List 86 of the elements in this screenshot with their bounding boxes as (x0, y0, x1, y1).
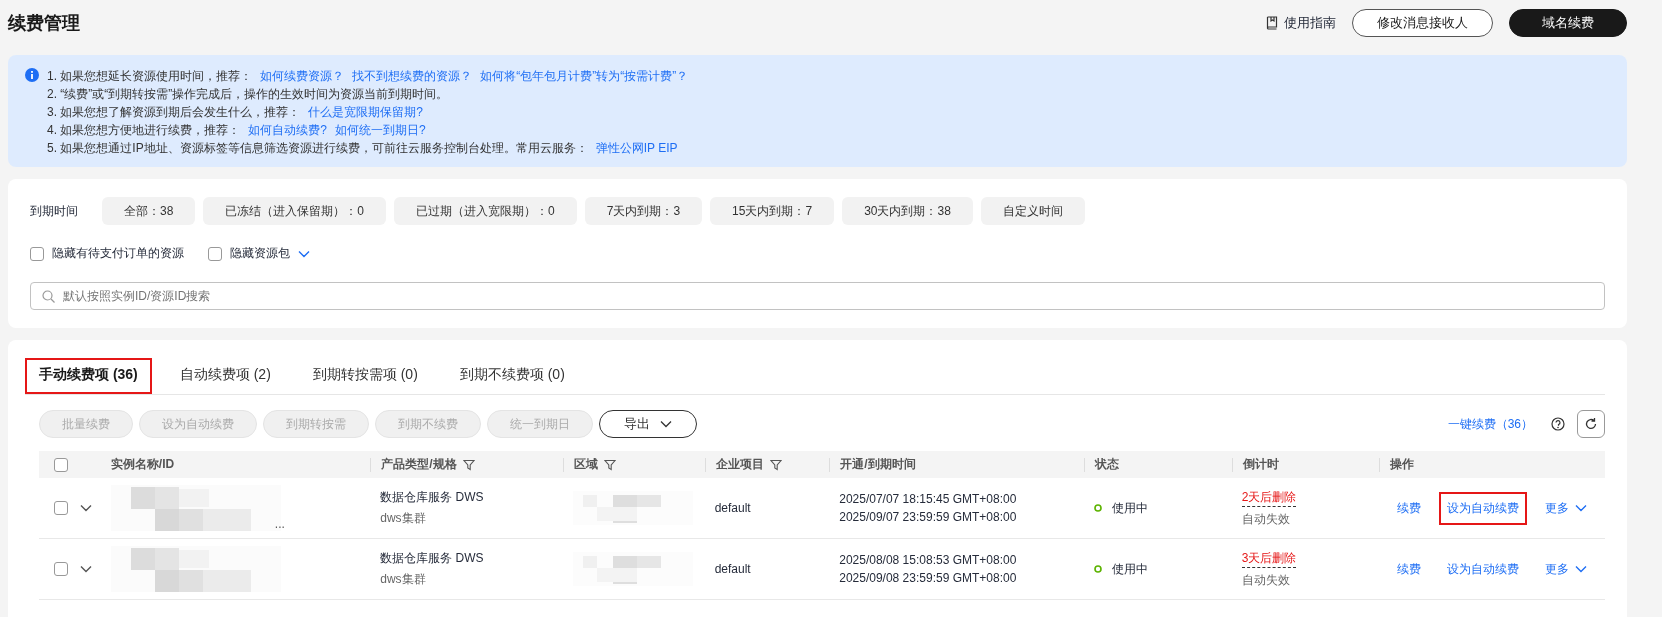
countdown-text: 3天后删除 (1241, 549, 1297, 568)
chevron-icon (1575, 504, 1588, 512)
column-header: 状态 (1094, 456, 1119, 473)
tab[interactable]: 手动续费项 (36) (25, 358, 152, 394)
notice-text: 5. 如果您想通过IP地址、资源标签等信息筛选资源进行续费，可前往云服务控制台处理。常用云服务： (47, 140, 588, 157)
filter-icon[interactable] (462, 458, 475, 471)
product-type: 数据仓库服务 DWS (380, 550, 484, 567)
column-header: 产品类型/规格 (381, 456, 457, 473)
open-time: 2025/07/07 18:15:45 GMT+08:00 (839, 492, 1017, 506)
one-click-renew-link[interactable]: 一键续费（36） (1447, 415, 1533, 433)
filter-icon[interactable] (769, 458, 782, 471)
expire-time: 2025/09/08 23:59:59 GMT+08:00 (839, 571, 1017, 585)
search-icon (42, 290, 55, 303)
column-header: 操作 (1390, 456, 1415, 473)
filter-chip[interactable]: 全部：38 (102, 197, 196, 225)
search-field[interactable]: 默认按照实例ID/资源ID搜索 (30, 282, 1605, 310)
action-link[interactable]: 续费 (1389, 491, 1430, 525)
chevron-icon (1575, 565, 1588, 573)
help-link[interactable]: 如何统一到期日? (335, 121, 426, 139)
edit-recipient-button[interactable]: 修改消息接收人 (1352, 8, 1493, 37)
export-button[interactable]: 导出 (599, 410, 697, 438)
filter-chip[interactable]: 已过期（进入宽限期）：0 (394, 197, 577, 225)
refresh-button[interactable] (1577, 410, 1605, 438)
row-checkbox[interactable] (54, 501, 68, 515)
tab[interactable]: 到期转按需项 (0) (298, 358, 432, 394)
status-text: 使用中 (1111, 499, 1148, 517)
help-icon[interactable] (1551, 417, 1565, 431)
column-header: 区域 (573, 456, 598, 473)
action-link[interactable]: 续费 (1389, 552, 1430, 586)
guide-link[interactable]: 使用指南 (1266, 13, 1336, 32)
name-ellipsis: ... (274, 517, 285, 531)
help-link[interactable]: 找不到想续费的资源？ (352, 67, 473, 85)
column-header: 企业项目 (715, 456, 764, 473)
product-spec: dws集群 (380, 510, 426, 527)
project-name: default (714, 562, 751, 576)
filter-label: 到期时间 (30, 202, 79, 220)
checkbox-label: 隐藏有待支付订单的资源 (52, 245, 184, 262)
notice-text: 1. 如果您想延长资源使用时间，推荐： (47, 68, 253, 85)
more-dropdown[interactable]: 更多 (1537, 491, 1596, 525)
filter-chip[interactable]: 30天内到期：38 (842, 197, 973, 225)
help-link[interactable]: 如何续费资源？ (260, 67, 345, 85)
refresh-icon (1584, 417, 1598, 431)
filter-chip[interactable]: 自定义时间 (980, 197, 1085, 225)
checkbox-label: 隐藏资源包 (230, 245, 290, 262)
help-link[interactable]: 如何自动续费? (248, 121, 328, 139)
column-header: 倒计时 (1242, 456, 1279, 473)
info-icon (25, 68, 39, 82)
chevron-icon[interactable] (80, 565, 92, 573)
project-name: default (714, 501, 751, 515)
filter-chip[interactable]: 7天内到期：3 (584, 197, 703, 225)
countdown-note: 自动失效 (1241, 571, 1290, 589)
help-link[interactable]: 什么是宽限期保留期? (308, 103, 424, 121)
checkbox[interactable] (208, 246, 222, 261)
book-icon (1266, 15, 1278, 30)
more-dropdown[interactable]: 更多 (1537, 552, 1596, 586)
filter-icon[interactable] (603, 458, 616, 471)
open-time: 2025/08/08 15:08:53 GMT+08:00 (839, 553, 1017, 567)
notice-text: 2. “续费”或“到期转按需”操作完成后，操作的生效时间为资源当前到期时间。 (47, 86, 449, 103)
status-dot-icon (1093, 565, 1102, 573)
notice-text: 4. 如果您想方便地进行续费，推荐： (47, 122, 241, 139)
help-link[interactable]: 弹性公网IP EIP (595, 139, 678, 157)
product-type: 数据仓库服务 DWS (380, 489, 484, 506)
column-header: 开通/到期时间 (840, 456, 916, 473)
chevron-icon (660, 420, 672, 428)
product-spec: dws集群 (380, 571, 426, 588)
domain-renew-button[interactable]: 域名续费 (1509, 8, 1627, 37)
status-text: 使用中 (1111, 560, 1148, 578)
action-link[interactable]: 设为自动续费 (1439, 552, 1528, 586)
select-all-checkbox[interactable] (54, 457, 68, 472)
chevron-icon[interactable] (298, 249, 310, 258)
help-link[interactable]: 如何将“包年包月计费”转为“按需计费”？ (480, 67, 689, 85)
tab[interactable]: 自动续费项 (2) (165, 358, 285, 394)
countdown-text: 2天后删除 (1241, 488, 1297, 507)
row-checkbox[interactable] (54, 562, 68, 576)
chevron-icon[interactable] (80, 504, 92, 512)
action-link[interactable]: 设为自动续费 (1439, 491, 1528, 525)
countdown-note: 自动失效 (1241, 510, 1290, 528)
filter-chip[interactable]: 已冻结（进入保留期）：0 (203, 197, 387, 225)
tab[interactable]: 到期不续费项 (0) (445, 358, 579, 394)
notice-text: 3. 如果您想了解资源到期后会发生什么，推荐： (47, 104, 301, 121)
expire-time: 2025/09/07 23:59:59 GMT+08:00 (839, 510, 1017, 524)
checkbox[interactable] (30, 246, 44, 261)
column-header: 实例名称/ID (110, 456, 175, 473)
filter-chip[interactable]: 15天内到期：7 (710, 197, 835, 225)
page-title: 续费管理 (8, 11, 80, 35)
status-dot-icon (1093, 504, 1102, 512)
